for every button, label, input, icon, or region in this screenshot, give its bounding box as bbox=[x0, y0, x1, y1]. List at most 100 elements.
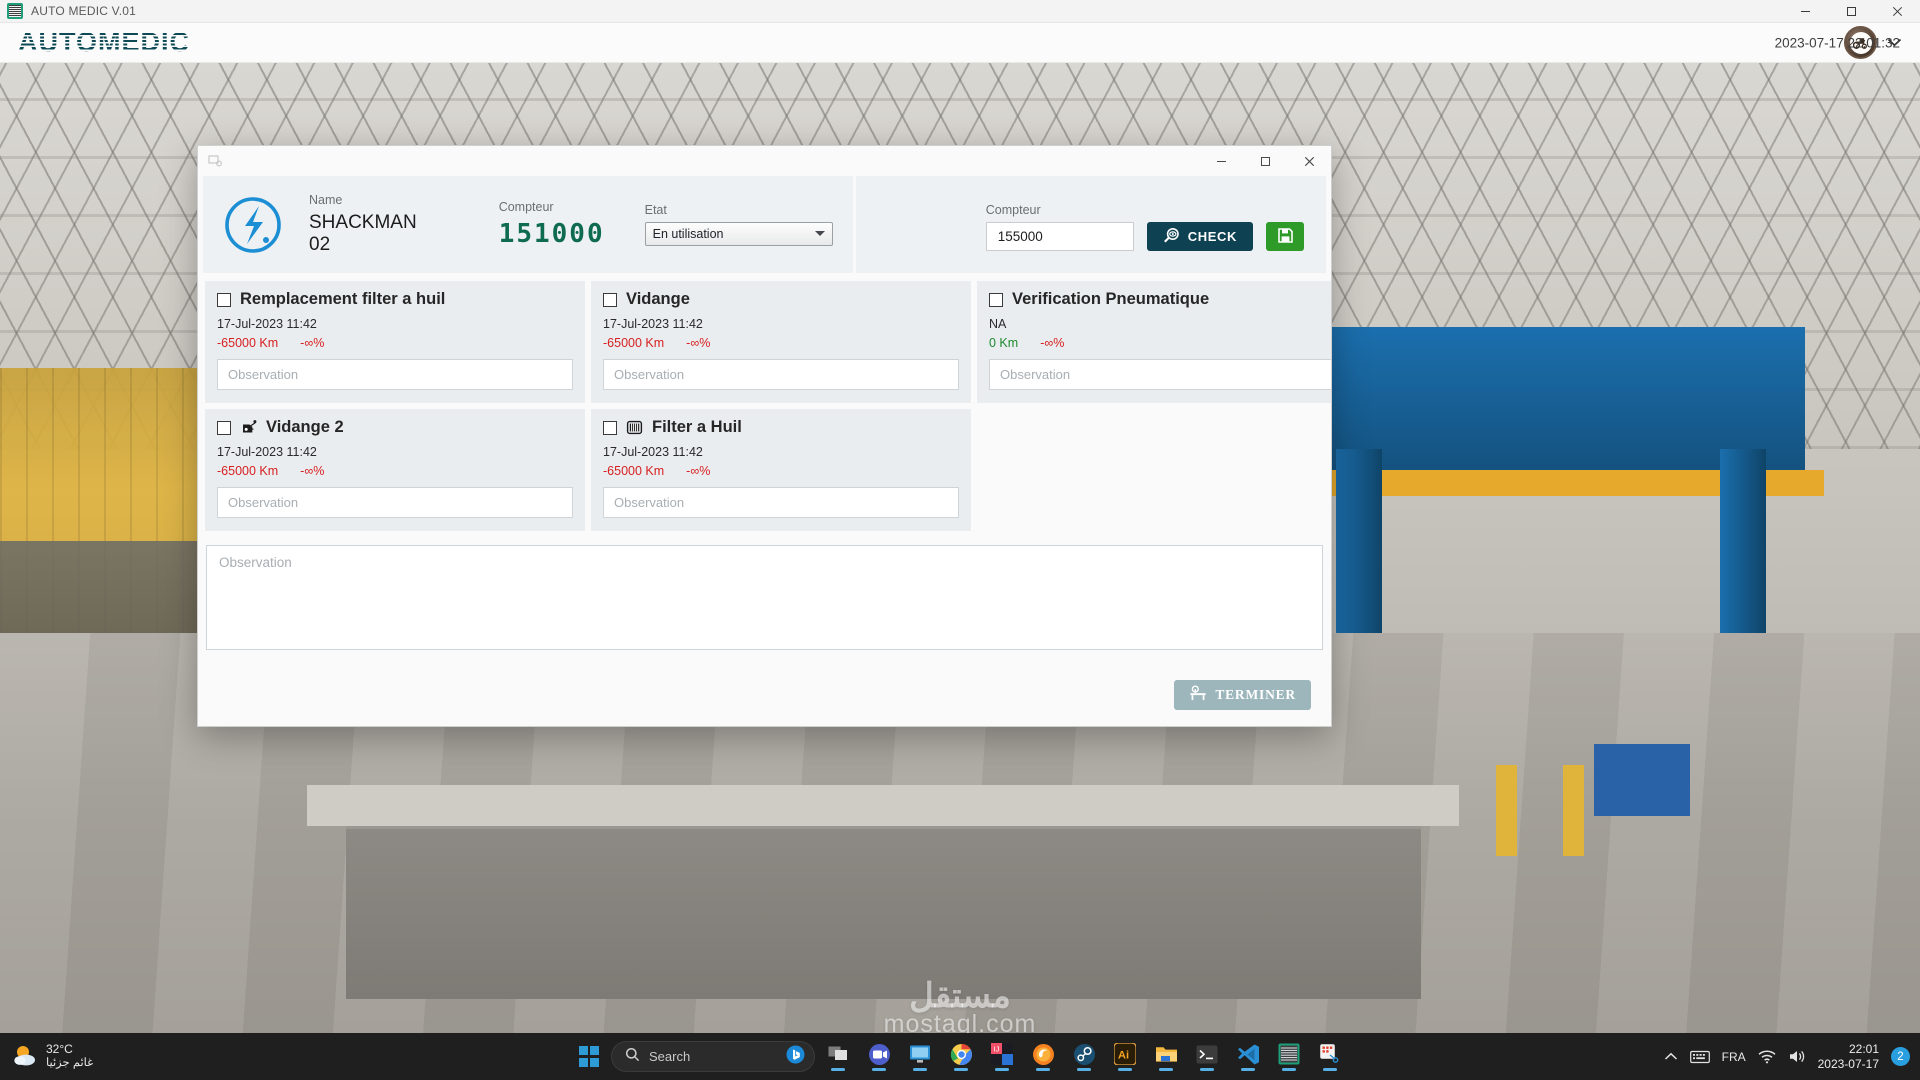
sun-behind-cloud-icon bbox=[12, 1043, 38, 1069]
vehicle-name-value: SHACKMAN 02 bbox=[309, 212, 417, 255]
task-date: 17-Jul-2023 11:42 bbox=[217, 317, 317, 331]
chrome-glyph bbox=[949, 1042, 973, 1066]
task-checkbox[interactable] bbox=[217, 292, 231, 307]
bing-chat-icon[interactable] bbox=[786, 1045, 805, 1069]
chrome-icon[interactable] bbox=[943, 1037, 979, 1077]
task-observation-input[interactable] bbox=[603, 359, 959, 390]
vscode-icon[interactable] bbox=[1230, 1037, 1266, 1077]
search-placeholder: Search bbox=[649, 1049, 691, 1064]
shackman-logo-icon bbox=[225, 196, 281, 253]
clock-time: 22:01 bbox=[1848, 1041, 1879, 1056]
task-title: Filter a Huil bbox=[652, 418, 742, 436]
teams-indicator bbox=[872, 1068, 886, 1071]
weather-widget[interactable]: 32°C غائم جزئيا bbox=[0, 1041, 150, 1070]
task-date: 17-Jul-2023 11:42 bbox=[217, 445, 317, 459]
compteur-entry-label: Compteur bbox=[985, 203, 1041, 217]
oil-can-icon bbox=[240, 419, 257, 436]
vehicle-compteur-label: Compteur bbox=[498, 200, 554, 214]
chevron-up-icon[interactable] bbox=[1664, 1052, 1678, 1061]
task-checkbox[interactable] bbox=[603, 420, 617, 435]
automedic-indicator bbox=[1282, 1068, 1296, 1071]
etat-selected-value: En utilisation bbox=[652, 227, 724, 241]
dialog-close-button[interactable] bbox=[1287, 146, 1331, 176]
windows-logo-glyph bbox=[578, 1046, 600, 1067]
dialog-titlebar bbox=[198, 146, 1331, 176]
vehicle-compteur-field: Compteur 151000 bbox=[499, 200, 605, 249]
task-card-empty-slot bbox=[977, 409, 1331, 531]
teams-icon[interactable] bbox=[861, 1037, 897, 1077]
remote-desktop-icon[interactable] bbox=[902, 1037, 938, 1077]
snipping-tool-icon[interactable] bbox=[1312, 1037, 1348, 1077]
snipping-tool-indicator bbox=[1323, 1068, 1337, 1071]
maximize-icon bbox=[1846, 6, 1856, 16]
name-label: Name bbox=[309, 193, 343, 207]
file-explorer-icon[interactable] bbox=[1148, 1037, 1184, 1077]
task-km: -65000 Km bbox=[217, 464, 279, 478]
maintenance-dialog: Name SHACKMAN 02 Compteur 151000 Etat En… bbox=[197, 145, 1332, 727]
task-date: 17-Jul-2023 11:42 bbox=[603, 317, 703, 331]
task-view-icon[interactable] bbox=[820, 1037, 856, 1077]
windows-taskbar: 32°C غائم جزئيا Search IJ Ai FRA 22:01 2… bbox=[0, 1033, 1920, 1080]
taskbar-clock[interactable]: 22:01 2023-07-17 bbox=[1818, 1042, 1879, 1072]
dialog-minimize-button[interactable] bbox=[1199, 146, 1243, 176]
automedic-icon[interactable] bbox=[1271, 1037, 1307, 1077]
firefox-icon[interactable] bbox=[1025, 1037, 1061, 1077]
check-button[interactable]: CHECK bbox=[1146, 222, 1253, 251]
input-language[interactable]: FRA bbox=[1722, 1050, 1746, 1064]
task-date: 17-Jul-2023 11:42 bbox=[603, 445, 703, 459]
svg-text:IJ: IJ bbox=[994, 1045, 1000, 1054]
terminer-button[interactable]: TERMINER bbox=[1174, 680, 1311, 710]
volume-icon[interactable] bbox=[1788, 1049, 1806, 1064]
save-button[interactable] bbox=[1266, 222, 1304, 251]
task-km: 0 Km bbox=[989, 336, 1019, 350]
task-metrics: -65000 Km -∞% bbox=[603, 464, 959, 478]
task-observation-input[interactable] bbox=[603, 487, 959, 518]
keyboard-icon[interactable] bbox=[1689, 1050, 1710, 1064]
application-window: AUTO MEDIC V.01 AUTOMEDIC 2023-07-17 22:… bbox=[0, 0, 1920, 1080]
notification-badge[interactable]: 2 bbox=[1891, 1047, 1910, 1066]
task-observation-input[interactable] bbox=[989, 359, 1331, 390]
minimize-button[interactable] bbox=[1782, 0, 1828, 23]
wifi-icon[interactable] bbox=[1758, 1050, 1776, 1064]
task-checkbox[interactable] bbox=[603, 292, 617, 307]
windows-start-icon[interactable] bbox=[572, 1040, 606, 1074]
task-card: Vidange 2 17-Jul-2023 11:42 -65000 Km -∞… bbox=[205, 409, 585, 531]
task-checkbox[interactable] bbox=[989, 292, 1003, 307]
illustrator-icon[interactable]: Ai bbox=[1107, 1037, 1143, 1077]
intellij-idea-icon[interactable]: IJ bbox=[984, 1037, 1020, 1077]
task-observation-input[interactable] bbox=[217, 359, 573, 390]
compteur-input[interactable] bbox=[985, 222, 1134, 251]
task-observation-input[interactable] bbox=[217, 487, 573, 518]
dialog-maximize-button[interactable] bbox=[1243, 146, 1287, 176]
terminer-button-label: TERMINER bbox=[1215, 687, 1296, 702]
task-percent: -∞% bbox=[1040, 336, 1065, 350]
bg-overhead-crane bbox=[1267, 327, 1805, 470]
task-card: Remplacement filter a huil 17-Jul-2023 1… bbox=[205, 281, 585, 403]
maximize-button[interactable] bbox=[1828, 0, 1874, 23]
weather-description: غائم جزئيا bbox=[46, 1056, 94, 1069]
taskbar-search[interactable]: Search bbox=[611, 1041, 815, 1072]
weather-temperature: 32°C bbox=[46, 1041, 73, 1056]
bg-safety-post-1 bbox=[1495, 764, 1517, 857]
task-checkbox[interactable] bbox=[217, 420, 231, 435]
bg-concrete-ledge bbox=[307, 785, 1460, 826]
task-card: Verification Pneumatique NA 0 Km -∞% bbox=[977, 281, 1331, 403]
bg-concrete-slab bbox=[345, 825, 1421, 999]
terminal-icon[interactable] bbox=[1189, 1037, 1225, 1077]
steam-icon[interactable] bbox=[1066, 1037, 1102, 1077]
file-explorer-glyph bbox=[1154, 1042, 1178, 1066]
etat-select[interactable]: En utilisation bbox=[644, 222, 833, 246]
task-header: Filter a Huil bbox=[603, 418, 959, 437]
workspace: مستقل mostaql.com Name SHACKMAN 02 Compt… bbox=[0, 63, 1920, 1080]
task-header: Remplacement filter a huil bbox=[217, 290, 573, 309]
header-datetime: 2023-07-17 22:01:32 bbox=[1774, 35, 1900, 50]
task-percent: -∞% bbox=[686, 336, 711, 350]
task-view-glyph bbox=[826, 1042, 850, 1066]
brand-logo: AUTOMEDIC bbox=[18, 27, 191, 58]
dialog-minimize-icon bbox=[1216, 160, 1226, 162]
minimize-icon bbox=[1800, 10, 1810, 12]
task-header: Verification Pneumatique bbox=[989, 290, 1331, 309]
task-km: -65000 Km bbox=[603, 336, 665, 350]
global-observation-textarea[interactable] bbox=[206, 545, 1323, 650]
close-button[interactable] bbox=[1874, 0, 1920, 23]
